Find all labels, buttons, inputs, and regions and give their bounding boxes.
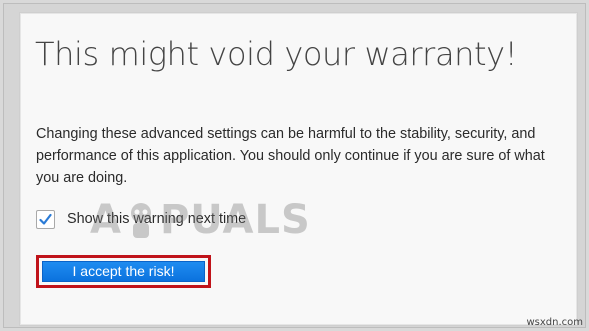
show-warning-label[interactable]: Show this warning next time	[67, 211, 246, 227]
window-frame: This might void your warranty! Changing …	[3, 3, 586, 328]
accept-button-highlight: I accept the risk!	[36, 255, 211, 288]
warning-card: This might void your warranty! Changing …	[19, 12, 578, 326]
show-warning-checkbox[interactable]	[36, 210, 55, 229]
warning-description: Changing these advanced settings can be …	[36, 126, 545, 186]
site-watermark: wsxdn.com	[526, 317, 583, 328]
page-title: This might void your warranty!	[35, 35, 518, 73]
accept-risk-button[interactable]: I accept the risk!	[42, 261, 205, 282]
checkmark-icon	[39, 213, 52, 225]
